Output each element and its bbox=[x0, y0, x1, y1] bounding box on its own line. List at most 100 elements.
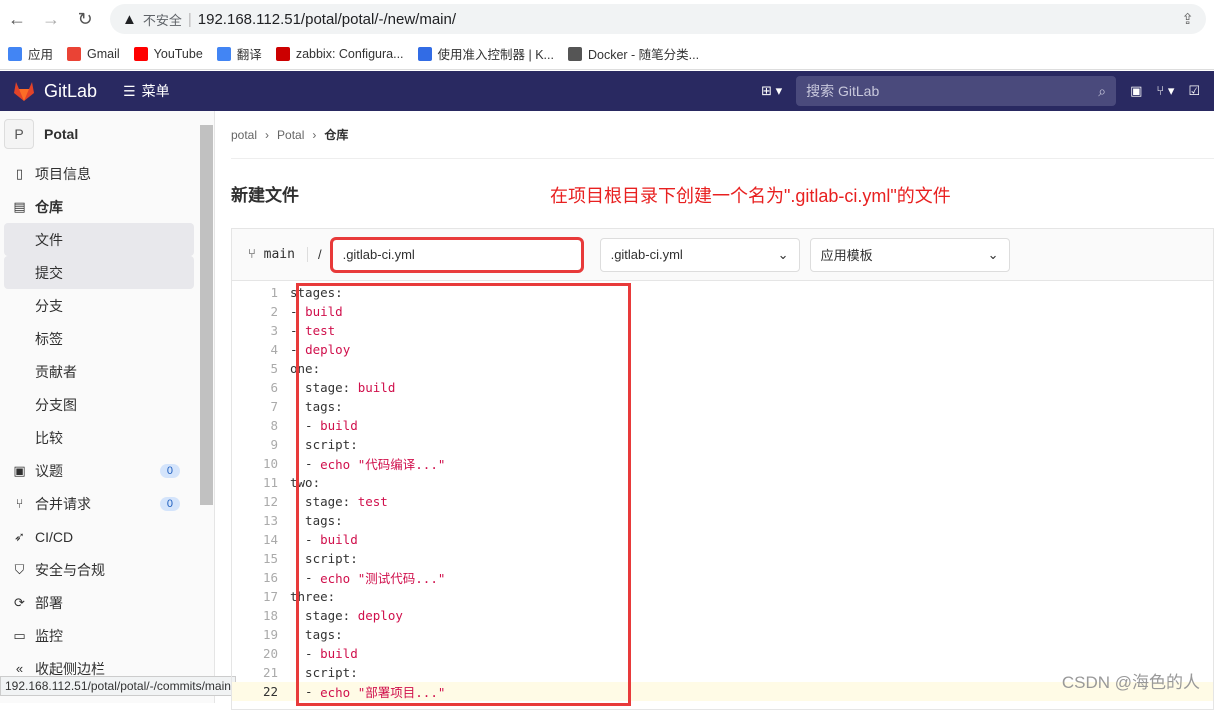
sidebar-item[interactable]: 文件 bbox=[4, 223, 194, 256]
count-badge: 0 bbox=[159, 496, 180, 511]
gitlab-header: GitLab ☰ 菜单 ⊞ ▾ 搜索 GitLab ⌕ ▣ ⑂ ▾ ☑ bbox=[0, 71, 1214, 111]
todo-icon[interactable]: ☑ bbox=[1188, 83, 1200, 99]
project-header[interactable]: P Potal bbox=[0, 111, 214, 157]
code-line: 13 tags: bbox=[232, 511, 1213, 530]
file-name-input[interactable]: .gitlab-ci.yml bbox=[329, 236, 584, 273]
line-number: 14 bbox=[262, 532, 278, 547]
shield-icon: ⛉ bbox=[14, 561, 25, 577]
translate-icon bbox=[216, 46, 231, 61]
scrollbar[interactable] bbox=[200, 125, 213, 505]
code-line: 12 stage: test bbox=[232, 492, 1213, 511]
code-line: 3- test bbox=[232, 321, 1213, 340]
code-line: 15 script: bbox=[232, 549, 1213, 568]
count-badge: 0 bbox=[159, 463, 180, 478]
sidebar-item[interactable]: ➶ CI/CD bbox=[0, 520, 194, 553]
annotation: 在项目根目录下创建一个名为".gitlab-ci.yml"的文件 bbox=[550, 186, 951, 206]
chevron-down-icon: ⌄ bbox=[987, 246, 999, 262]
template-type-select[interactable]: .gitlab-ci.yml ⌄ bbox=[599, 237, 800, 272]
sidebar-item[interactable]: 提交 bbox=[4, 256, 194, 289]
forward-icon[interactable]: → bbox=[42, 9, 60, 30]
line-number: 12 bbox=[262, 494, 278, 509]
sidebar-item[interactable]: 分支图 bbox=[0, 388, 194, 421]
breadcrumb: potal › Potal › 仓库 bbox=[231, 111, 1214, 159]
bookmark[interactable]: Docker - 随笔分类... bbox=[567, 44, 699, 63]
code-line: 2- build bbox=[232, 302, 1213, 321]
gmail-icon bbox=[67, 46, 82, 61]
code-line: 9 script: bbox=[232, 435, 1213, 454]
search-input[interactable]: 搜索 GitLab ⌕ bbox=[796, 76, 1117, 106]
crumb-repo[interactable]: 仓库 bbox=[324, 126, 348, 143]
deploy-icon: ⟳ bbox=[14, 594, 25, 610]
gitlab-logo[interactable]: GitLab bbox=[12, 80, 97, 102]
sidebar-item[interactable]: 比较 bbox=[0, 421, 194, 454]
issues-icon[interactable]: ▣ bbox=[1130, 83, 1142, 99]
sidebar-item[interactable]: ⟳ 部署 bbox=[0, 586, 194, 619]
info-icon: ▯ bbox=[15, 165, 24, 181]
bookmark[interactable]: Gmail bbox=[67, 46, 120, 61]
line-number: 20 bbox=[262, 646, 278, 661]
new-icon[interactable]: ⊞ ▾ bbox=[761, 83, 782, 99]
sidebar-item[interactable]: ▭ 监控 bbox=[0, 619, 194, 652]
code-line: 8 - build bbox=[232, 416, 1213, 435]
browser-toolbar: ← → ↻ ▲ 不安全 | 192.168.112.51/potal/potal… bbox=[0, 0, 1214, 38]
reload-icon[interactable]: ↻ bbox=[76, 9, 94, 30]
code-editor[interactable]: 1 stages: 2- build 3- test 4- deploy 5 one: 6 s… bbox=[231, 280, 1214, 710]
monitor-icon: ▭ bbox=[13, 627, 26, 643]
kubernetes-icon bbox=[417, 46, 432, 61]
sidebar-item[interactable]: ⛉ 安全与合规 bbox=[0, 553, 194, 586]
warning-icon: ▲ bbox=[122, 10, 137, 28]
search-icon: ⌕ bbox=[1098, 82, 1107, 99]
line-number: 22 bbox=[262, 684, 278, 699]
crumb-potal[interactable]: potal bbox=[231, 128, 257, 142]
sidebar-item[interactable]: 贡献者 bbox=[0, 355, 194, 388]
status-url: 192.168.112.51/potal/potal/-/commits/mai… bbox=[0, 676, 236, 696]
share-icon[interactable]: ⇪ bbox=[1181, 10, 1194, 28]
line-number: 19 bbox=[262, 627, 278, 642]
code-line: 11 two: bbox=[232, 473, 1213, 492]
bookmark[interactable]: YouTube bbox=[133, 46, 203, 61]
file-toolbar: ⑂ main / .gitlab-ci.yml .gitlab-ci.yml ⌄ … bbox=[231, 228, 1214, 280]
line-number: 13 bbox=[262, 513, 278, 528]
code-line: 1 stages: bbox=[232, 283, 1213, 302]
line-number: 21 bbox=[262, 665, 278, 680]
sidebar-item[interactable]: ▣ 议题 0 bbox=[0, 454, 194, 487]
sidebar-item[interactable]: ▯ 项目信息 bbox=[0, 157, 194, 190]
watermark: CSDN @海色的人 bbox=[1061, 673, 1200, 692]
merge-requests-icon[interactable]: ⑂ ▾ bbox=[1156, 83, 1174, 99]
bookmark[interactable]: zabbix: Configura... bbox=[275, 46, 404, 61]
code-line: 17 three: bbox=[232, 587, 1213, 606]
chevron-down-icon: ⌄ bbox=[777, 246, 789, 262]
line-number: 1 bbox=[270, 285, 278, 300]
youtube-icon bbox=[133, 46, 148, 61]
merge-icon: ⑂ bbox=[15, 496, 24, 511]
line-number: 2 bbox=[270, 304, 278, 319]
bookmark[interactable]: 使用准入控制器 | K... bbox=[417, 44, 554, 63]
back-icon[interactable]: ← bbox=[8, 9, 26, 30]
menu-button[interactable]: ☰ 菜单 bbox=[123, 81, 170, 101]
code-line: 19 tags: bbox=[232, 625, 1213, 644]
line-number: 17 bbox=[262, 589, 278, 604]
line-number: 8 bbox=[270, 418, 278, 433]
collapse-icon: « bbox=[15, 661, 24, 676]
apps-icon bbox=[8, 46, 22, 61]
address-bar[interactable]: ▲ 不安全 | 192.168.112.51/potal/potal/-/new… bbox=[110, 4, 1206, 34]
avatar: P bbox=[4, 119, 34, 149]
fox-icon bbox=[14, 82, 34, 101]
sidebar-item[interactable]: 标签 bbox=[0, 322, 194, 355]
bookmark[interactable]: 应用 bbox=[8, 44, 53, 63]
sidebar-item[interactable]: ⑂ 合并请求 0 bbox=[0, 487, 194, 520]
code-line: 10 - echo "代码编译..." bbox=[232, 454, 1213, 473]
apply-template-select[interactable]: 应用模板 ⌄ bbox=[809, 237, 1010, 272]
insecure-label: 不安全 bbox=[142, 12, 182, 28]
crumb-project[interactable]: Potal bbox=[277, 128, 304, 142]
sidebar-item[interactable]: ▤ 仓库 bbox=[0, 190, 194, 223]
line-number: 6 bbox=[270, 380, 278, 395]
sidebar-item[interactable]: 分支 bbox=[0, 289, 194, 322]
code-line: 16 - echo "测试代码..." bbox=[232, 568, 1213, 587]
line-number: 9 bbox=[270, 437, 278, 452]
line-number: 5 bbox=[270, 361, 278, 376]
bookmark[interactable]: 翻译 bbox=[216, 44, 262, 63]
branch-name: ⑂ main bbox=[248, 247, 308, 262]
line-number: 3 bbox=[270, 323, 278, 338]
docker-icon bbox=[567, 46, 582, 61]
